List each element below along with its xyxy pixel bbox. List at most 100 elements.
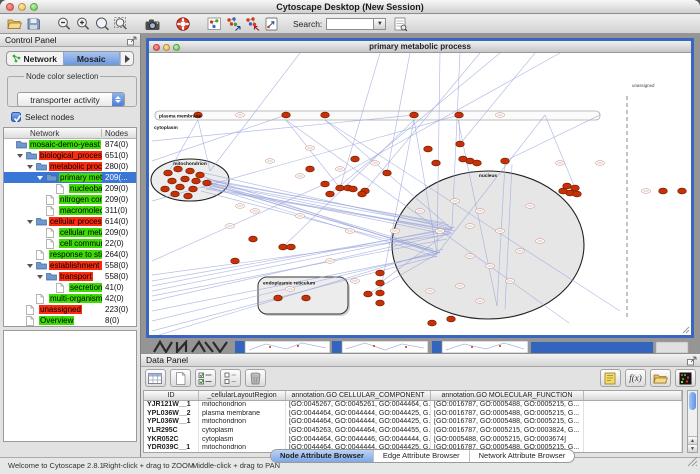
table-cell[interactable]: YKR052C [144,436,199,445]
manage-networks-icon[interactable] [205,16,224,33]
network-node[interactable] [321,112,330,118]
zoom-in-icon[interactable] [74,16,93,33]
select-attributes-icon[interactable] [195,369,216,387]
table-cell[interactable]: YPL036W__1 [144,418,199,427]
tree-row[interactable]: cellular metabo209(0) [4,227,136,238]
configure-search-icon[interactable] [391,16,410,33]
network-edge[interactable] [159,249,443,335]
search-dropdown-icon[interactable]: ▼ [374,18,386,30]
network-edge[interactable] [152,256,437,331]
table-cell[interactable]: [GO:0045263, GO:0044464, GO:0044455, G..… [286,427,431,436]
tab-node-attribute-browser[interactable]: Node Attribute Browser [271,450,373,462]
table-row[interactable]: YJR121W__1mitochondrion[GO:0045267, GO:0… [144,401,682,410]
delete-attributes-icon[interactable] [245,369,266,387]
network-node[interactable] [164,170,173,176]
zoom-fit-content-icon[interactable] [112,16,131,33]
network-edge[interactable] [460,53,535,144]
tab-mosaic[interactable]: Mosaic [63,52,121,65]
table-column-header[interactable] [584,391,682,400]
network-edge[interactable] [505,115,600,161]
table-cell[interactable] [584,401,682,410]
open-session-icon[interactable] [5,16,24,33]
network-node[interactable] [428,320,437,326]
table-cell[interactable]: cytoplasm [199,427,286,436]
table-cell[interactable]: [GO:0045267, GO:0045261, GO:0044464, G..… [286,401,431,410]
tree-row[interactable]: transport558(0) [4,271,136,282]
tree-row[interactable]: macromolecule311(0) [4,205,136,216]
network-node[interactable] [184,193,193,199]
tree-row[interactable]: response to stimulu264(0) [4,249,136,260]
network-node[interactable] [181,176,190,182]
network-node[interactable] [376,300,385,306]
table-row[interactable]: YPL036W__2plasma membrane[GO:0044464, GO… [144,410,682,419]
table-scrollbar[interactable]: ▲ ▼ [687,390,698,453]
minimized-window-bar[interactable] [656,342,688,353]
table-cell[interactable]: YLR295C [144,427,199,436]
network-node[interactable] [351,156,360,162]
resize-grip[interactable] [687,454,698,472]
tree-row[interactable]: primary metabo209(... [4,172,136,183]
tab-overflow-arrow[interactable] [120,52,133,65]
network-node[interactable] [336,185,345,191]
network-node[interactable] [171,191,180,197]
table-cell[interactable] [584,418,682,427]
table-cell[interactable]: YPL036W__2 [144,410,199,419]
network-node[interactable] [287,244,296,250]
table-row[interactable]: YKR052Ccytoplasm[GO:0044464, GO:0044446,… [144,436,682,445]
network-node[interactable] [501,158,510,164]
destroy-view-icon[interactable] [224,16,243,33]
tree-row[interactable]: biological_process651(0) [4,150,136,161]
change-attribute-values-icon[interactable] [220,369,241,387]
tab-edge-attribute-browser[interactable]: Edge Attribute Browser [373,450,469,462]
scroll-down-icon[interactable]: ▼ [688,444,697,452]
table-row[interactable]: YLR295Ccytoplasm[GO:0045263, GO:0044464,… [144,427,682,436]
minimized-window-bar[interactable] [531,342,653,353]
network-edge[interactable] [286,120,340,188]
canvas-resize-grip[interactable] [683,327,689,333]
tree-row[interactable]: nucleobase-209(0) [4,183,136,194]
expand-arrow-icon[interactable] [27,165,33,169]
scrollbar-thumb[interactable] [689,392,696,410]
formula-builder-icon[interactable]: f(x) [625,369,646,387]
tree-row[interactable]: metabolic process280(0) [4,161,136,172]
network-node[interactable] [410,112,419,118]
table-cell[interactable]: cytoplasm [199,436,286,445]
network-node[interactable] [196,172,205,178]
network-node[interactable] [376,280,385,286]
tree-row[interactable]: multi-organism pro42(0) [4,293,136,304]
minimized-network-windows[interactable] [150,340,698,354]
table-cell[interactable]: plasma membrane [199,410,286,419]
network-edge[interactable] [459,120,460,144]
network-node[interactable] [203,180,212,186]
network-node[interactable] [376,270,385,276]
network-node[interactable] [659,188,668,194]
search-input[interactable] [326,18,374,30]
network-node[interactable] [186,168,195,174]
attribute-matrix-icon[interactable] [675,369,696,387]
network-node[interactable] [447,316,456,322]
network-node[interactable] [168,178,177,184]
network-node[interactable] [302,295,311,301]
network-node[interactable] [376,290,385,296]
network-edge[interactable] [152,115,459,201]
tree-row[interactable]: Overview8(0) [4,315,136,326]
expand-arrow-icon[interactable] [27,264,33,268]
tree-row[interactable]: secretion41(0) [4,282,136,293]
network-node[interactable] [456,141,465,147]
expand-arrow-icon[interactable] [37,275,43,279]
table-cell[interactable]: [GO:0044464, GO:0044446, GO:0044444, G..… [286,436,431,445]
attribute-notes-icon[interactable] [600,369,621,387]
network-node[interactable] [678,188,687,194]
zoom-selected-region-icon[interactable] [93,16,112,33]
network-node[interactable] [176,184,185,190]
network-edge[interactable] [152,115,286,161]
network-node[interactable] [321,181,330,187]
table-cell[interactable]: mitochondrion [199,401,286,410]
create-view-icon[interactable] [243,16,262,33]
network-node[interactable] [432,160,441,166]
network-node[interactable] [189,186,198,192]
tree-column-network[interactable]: Network [30,128,59,139]
tree-row[interactable]: cellular process614(0) [4,216,136,227]
network-node[interactable] [559,188,568,194]
table-cell[interactable]: [GO:0044464, GO:0044444, GO:0044425, G..… [286,410,431,419]
